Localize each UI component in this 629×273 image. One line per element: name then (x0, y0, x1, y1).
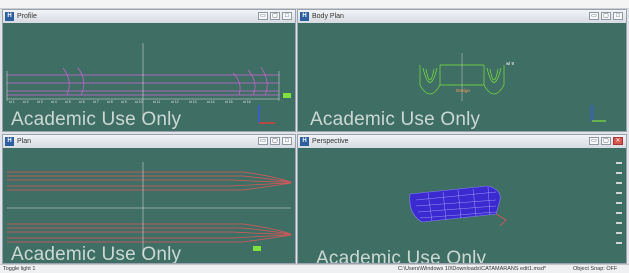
watermark: Academic Use Only (11, 109, 182, 130)
perspective-titlebar[interactable]: H Perspective ▭ ▢ ✕ (298, 135, 626, 149)
minimize-button[interactable]: ▭ (258, 12, 268, 20)
profile-viewport[interactable]: st 1 st 2 st 3 st 4 st 5 st 6 st 7 st 8 st 9 st… (3, 23, 295, 131)
svg-text:st 5: st 5 (65, 100, 71, 104)
perspective-window[interactable]: H Perspective ▭ ▢ ✕ Academic Use Only (297, 134, 627, 264)
svg-text:st 9: st 9 (121, 100, 127, 104)
svg-text:st 4: st 4 (51, 100, 57, 104)
profile-title: Profile (17, 13, 37, 20)
restore-button[interactable]: ▢ (270, 137, 280, 145)
app-icon: H (300, 12, 309, 21)
svg-text:st 3: st 3 (37, 100, 43, 104)
body-plan-window[interactable]: H Body Plan ▭ ▢ □ wl 9 Design Academic U… (297, 9, 627, 132)
svg-text:st 7: st 7 (93, 100, 99, 104)
watermark: Academic Use Only (11, 244, 182, 264)
maximize-button[interactable]: □ (613, 12, 623, 20)
svg-text:st 14: st 14 (207, 100, 215, 104)
minimize-button[interactable]: ▭ (589, 12, 599, 20)
svg-text:st 6: st 6 (79, 100, 85, 104)
perspective-viewport[interactable]: Academic Use Only (298, 148, 626, 263)
maximize-button[interactable]: □ (282, 12, 292, 20)
svg-text:st 11: st 11 (153, 100, 160, 104)
close-button[interactable]: ✕ (613, 137, 623, 145)
top-strip (0, 0, 629, 9)
minimize-button[interactable]: ▭ (589, 137, 599, 145)
svg-text:st 15: st 15 (225, 100, 233, 104)
app-icon: H (5, 12, 14, 21)
plan-window[interactable]: H Plan ▭ ▢ □ Academic Use Only (2, 134, 296, 264)
svg-text:st 1: st 1 (9, 100, 15, 104)
restore-button[interactable]: ▢ (270, 12, 280, 20)
watermark: Academic Use Only (310, 109, 481, 130)
profile-titlebar[interactable]: H Profile ▭ ▢ □ (3, 10, 295, 24)
svg-text:st 12: st 12 (171, 100, 179, 104)
svg-text:st 10: st 10 (135, 100, 143, 104)
plan-titlebar[interactable]: H Plan ▭ ▢ □ (3, 135, 295, 149)
plan-viewport[interactable]: Academic Use Only (3, 148, 295, 263)
svg-text:st 16: st 16 (243, 100, 251, 104)
waterline-label: wl 9 (506, 61, 515, 66)
body-plan-titlebar[interactable]: H Body Plan ▭ ▢ □ (298, 10, 626, 24)
plan-title: Plan (17, 138, 32, 145)
app-icon: H (5, 137, 14, 146)
minimize-button[interactable]: ▭ (258, 137, 268, 145)
perspective-drawing (409, 162, 622, 244)
restore-button[interactable]: ▢ (601, 12, 611, 20)
maximize-button[interactable]: □ (282, 137, 292, 145)
svg-text:st 2: st 2 (23, 100, 29, 104)
profile-window[interactable]: H Profile ▭ ▢ □ st 1 st 2 st 3 st 4 st 5… (2, 9, 296, 132)
watermark: Academic Use Only (316, 248, 487, 264)
design-label: Design (456, 88, 471, 93)
perspective-title: Perspective (312, 138, 349, 145)
svg-text:st 8: st 8 (107, 100, 113, 104)
svg-text:st 13: st 13 (189, 100, 197, 104)
app-icon: H (300, 137, 309, 146)
body-plan-title: Body Plan (312, 13, 344, 20)
body-plan-viewport[interactable]: wl 9 Design Academic Use Only (298, 23, 626, 131)
restore-button[interactable]: ▢ (601, 137, 611, 145)
